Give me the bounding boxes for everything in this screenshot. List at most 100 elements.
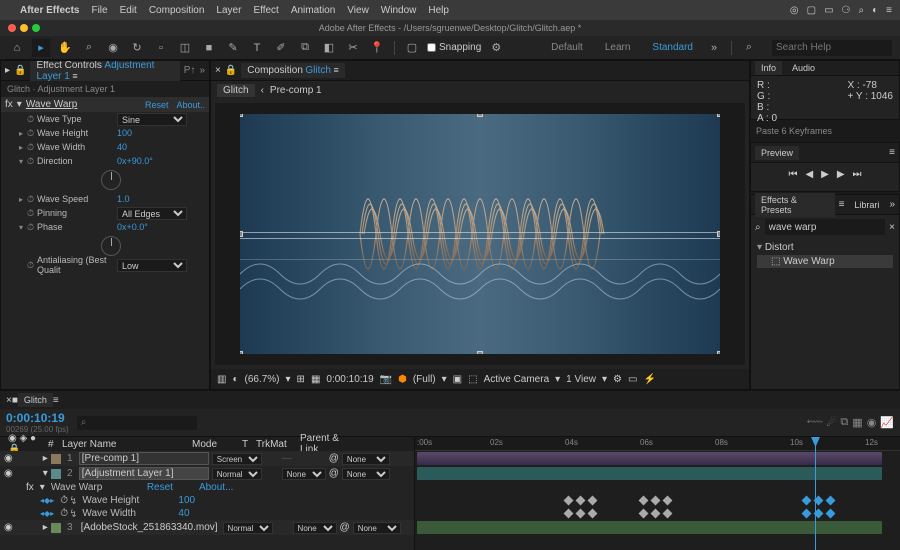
fx-item-wave-warp[interactable]: ⬚ Wave Warp [757,255,893,268]
layer-name[interactable]: [Adjustment Layer 1] [79,467,209,480]
graph-editor-icon[interactable]: 📈 [880,416,894,429]
keyframe-nav[interactable]: ◂◆▸ [40,496,54,505]
grid-icon[interactable]: ▦ [311,374,320,385]
preview-play[interactable]: ▶ [821,169,829,180]
snapping-checkbox[interactable] [427,43,436,52]
antialiasing-select[interactable]: Low [117,259,187,272]
snapshot-icon[interactable]: 📷 [380,374,392,385]
layer-row-3[interactable]: ◉ ▸ 3 [AdobeStock_251863340.mov] Normal … [0,520,414,535]
layer-bar-3[interactable] [417,521,882,534]
layer-name[interactable]: [AdobeStock_251863340.mov] [79,522,220,533]
effect-title-row[interactable]: fx ▾ Wave Warp Reset About.. [1,97,209,112]
trkmat-select[interactable]: None [293,522,337,534]
window-zoom-button[interactable] [32,24,40,32]
panel-prev[interactable]: P↑ [184,65,196,76]
layer-row-2[interactable]: ◉ ▾ 2 [Adjustment Layer 1] Normal None @… [0,466,414,481]
menu-view[interactable]: View [347,5,369,16]
clear-search-icon[interactable]: × [889,222,895,233]
audio-tab[interactable]: Audio [786,61,821,75]
window-close-button[interactable] [8,24,16,32]
motion-blur-icon[interactable]: ◉ [867,416,877,429]
type-tool[interactable]: T [248,39,266,57]
direction-dial[interactable] [101,170,121,190]
crumb-precomp[interactable]: Pre-comp 1 [270,85,322,96]
magnify-icon[interactable]: ▥ [217,374,226,385]
resolution-select[interactable]: (Full) [413,374,436,385]
menu-layer[interactable]: Layer [216,5,241,16]
crumb-glitch[interactable]: Glitch [217,84,255,97]
layer-row-1[interactable]: ◉ ▸ 1 [Pre-comp 1] Screen — @ None [0,451,414,466]
brush-tool[interactable]: ✐ [272,39,290,57]
channel-icon[interactable]: ⬢ [398,374,407,385]
orbit-tool[interactable]: ◉ [104,39,122,57]
display-icon[interactable]: ▢ [807,5,816,16]
wave-type-select[interactable]: Sine [117,113,187,126]
pinning-select[interactable]: All Edges [117,207,187,220]
menu-edit[interactable]: Edit [120,5,137,16]
effect-about-link[interactable]: About.. [176,100,205,110]
preview-first-frame[interactable]: ⏮ [788,169,797,180]
control-center-icon[interactable]: ◐ [872,5,878,16]
timeline-tab-glitch[interactable]: Glitch [18,393,53,407]
lock-icon[interactable]: 🔒 [14,65,26,76]
workspace-learn[interactable]: Learn [595,39,641,57]
phase-dial[interactable] [101,236,121,256]
parent-pickwhip-icon[interactable]: @ [329,468,339,479]
menu-help[interactable]: Help [428,5,449,16]
parent-select[interactable]: None [353,522,401,534]
visibility-toggle[interactable]: ◉ [4,468,13,479]
search-help-input[interactable] [772,40,892,56]
playhead[interactable] [815,437,816,550]
wifi-icon[interactable]: ⚆ [842,5,851,16]
timeline-search-input[interactable] [77,416,197,430]
trkmat-select[interactable]: None [282,468,326,480]
view-opts-icon[interactable]: ⚙ [613,374,622,385]
info-tab[interactable]: Info [755,61,782,75]
comp-flowchart-icon[interactable]: ⬳ [807,416,823,429]
libraries-tab[interactable]: Librari [848,198,885,212]
timeline-timecode[interactable]: 0:00:10:19 [6,411,69,425]
camera-select[interactable]: Active Camera [484,374,550,385]
menubar-list-icon[interactable]: ≡ [886,5,892,16]
layer-bar-1[interactable] [417,452,882,465]
zoom-level[interactable]: (66.7%) [245,374,280,385]
wave-speed-value[interactable]: 1.0 [117,194,130,204]
res-icon[interactable]: ⊞ [297,374,305,385]
parent-select[interactable]: None [342,468,390,480]
layer2-effect-row[interactable]: fx▾Wave WarpResetAbout... [0,481,414,494]
window-minimize-button[interactable] [20,24,28,32]
snap-opts-icon[interactable]: ⚙ [487,39,505,57]
wave-width-value[interactable]: 40 [178,508,189,519]
pen-tool[interactable]: ✎ [224,39,242,57]
views-select[interactable]: 1 View [566,374,596,385]
keyframe-track-width[interactable] [415,507,900,520]
direction-value[interactable]: 0x+90.0° [117,156,153,166]
timeline-tracks[interactable]: :00s 02s 04s 06s 08s 10s 12s [415,437,900,550]
panel-overflow[interactable]: » [889,199,895,210]
layer-name[interactable]: [Pre-comp 1] [79,452,209,465]
rotate-tool[interactable]: ↻ [128,39,146,57]
layer-effect-about[interactable]: About... [199,482,233,493]
shy-icon[interactable]: ⧉ [840,416,848,429]
fx-category-distort[interactable]: ▾ Distort [757,241,893,254]
effect-controls-tab[interactable]: Effect Controls Adjustment Layer 1 ≡ [30,60,179,84]
menu-window[interactable]: Window [381,5,417,16]
blend-mode-select[interactable]: Normal [212,468,262,480]
frame-blend-icon[interactable]: ▦ [852,416,862,429]
wave-width-value[interactable]: 40 [117,142,127,152]
zoom-tool[interactable]: ⌕ [80,39,98,57]
preview-tab[interactable]: Preview [755,146,799,160]
preview-next-frame[interactable]: ▶ [837,169,845,180]
wave-height-value[interactable]: 100 [178,495,195,506]
panel-expand-icon[interactable]: × [215,65,221,76]
roto-tool[interactable]: ✂ [344,39,362,57]
fast-preview-icon[interactable]: ⚡ [643,374,655,385]
parent-select[interactable]: None [342,453,390,465]
blend-mode-select[interactable]: Normal [223,522,273,534]
alpha-icon[interactable]: ◐ [232,374,238,385]
menu-animation[interactable]: Animation [291,5,335,16]
panel-expand-icon[interactable]: ▸ [5,65,10,76]
hand-tool[interactable]: ✋ [56,39,74,57]
keyframe-nav[interactable]: ◂◆▸ [40,509,54,518]
cc-icon[interactable]: ◎ [790,5,799,16]
